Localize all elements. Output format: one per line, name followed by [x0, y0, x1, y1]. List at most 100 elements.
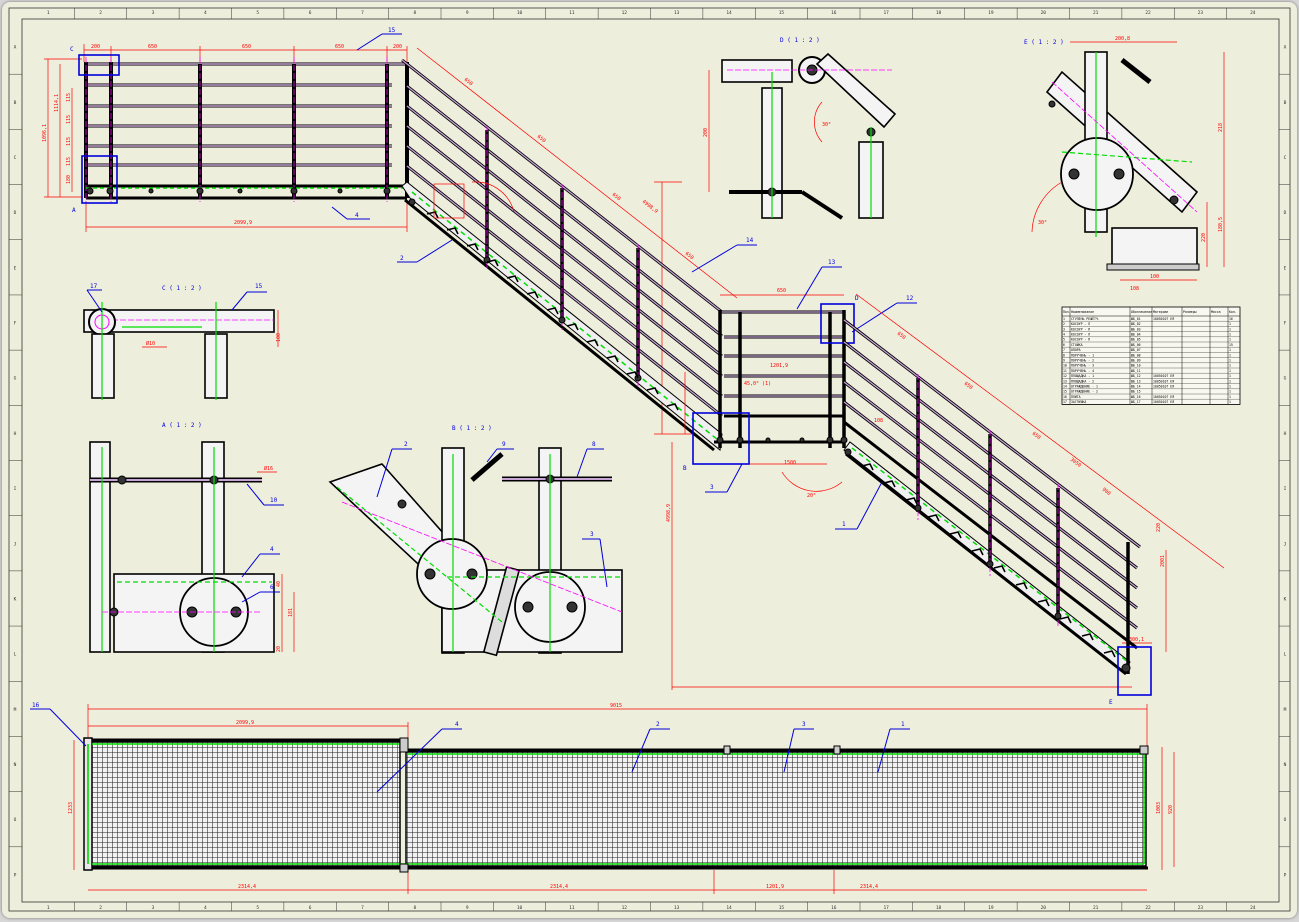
dim-text: 200,8 — [1115, 36, 1130, 42]
border-row-label: E — [1284, 265, 1287, 271]
bom-cell: 10 — [1063, 364, 1067, 368]
border-row-label: J — [14, 541, 17, 547]
bom-cell: 10050107 ЕЯ — [1153, 395, 1174, 399]
bom-cell: ШБ_01 — [1131, 317, 1141, 321]
bom-cell: 1 — [1229, 322, 1231, 326]
bom-cell: 1 — [1229, 338, 1231, 342]
balloon-3: 3 — [590, 531, 594, 538]
bom-cell: ПОРУЧЕНЬ - 2 — [1071, 359, 1094, 363]
balloon-8: 8 — [592, 441, 596, 448]
bom-header-cell: Размеры — [1183, 310, 1197, 314]
dim-text: 180,5 — [1218, 217, 1224, 232]
bom-header-cell: Обозначение — [1131, 309, 1152, 314]
border-column-label: 4 — [204, 10, 207, 16]
dim-text: 218 — [1218, 123, 1224, 132]
dim-text: 650 — [335, 44, 344, 50]
border-column-label: 11 — [569, 905, 575, 911]
border-column-label: 2 — [99, 905, 102, 911]
bom-cell: 14 — [1063, 385, 1067, 389]
border-column-label: 18 — [936, 905, 942, 911]
border-column-label: 21 — [1093, 905, 1099, 911]
balloon-6: 6 — [270, 584, 274, 591]
balloon-12: 12 — [906, 295, 914, 302]
balloon-10: 10 — [270, 497, 278, 504]
dim-text: 1201,9 — [766, 884, 784, 890]
dim-text: 220 — [1156, 523, 1162, 532]
border-row-label: L — [1284, 652, 1287, 658]
border-row-label: D — [1284, 210, 1287, 216]
border-column-label: 15 — [779, 10, 785, 16]
bom-header-cell: Поз. — [1063, 310, 1071, 314]
border-column-label: 6 — [309, 10, 312, 16]
detail-marker-a: A — [72, 207, 76, 214]
border-row-label: B — [1284, 100, 1287, 106]
detail-b-view: B ( 1 : 2 ) 2 9 8 3 — [328, 425, 623, 657]
border-row-label: F — [14, 321, 17, 327]
border-row-label: I — [14, 486, 17, 492]
bom-cell: ШБ_08 — [1131, 353, 1141, 357]
border-row-label: M — [1284, 707, 1287, 713]
mid-landing-view: 650 1201,9 1500 45,0° (1) 20° B D 13 12 — [683, 259, 917, 499]
dim-text: 2314,4 — [550, 884, 568, 890]
upper-stair-flight: 650 650 650 650 4998,9 2 14 — [397, 47, 757, 452]
border-column-label: 12 — [622, 905, 628, 911]
bom-cell: КОСОУР - П — [1071, 338, 1090, 342]
border-row-label: P — [1284, 872, 1287, 878]
dim-text: 2099,9 — [234, 220, 252, 226]
border-row-label: I — [1284, 486, 1287, 492]
dim-text: 200 — [393, 44, 402, 50]
view-title-b: B ( 1 : 2 ) — [452, 425, 492, 432]
dim-text: 1233 — [68, 802, 74, 814]
dim-text: 2314,4 — [238, 884, 256, 890]
detail-e-view: E ( 1 : 2 ) 200,8 218 220 180,5 100 108 … — [1024, 36, 1225, 292]
bom-cell: СТОЙКА — [1071, 342, 1083, 347]
dim-text: 650 — [684, 251, 695, 261]
balloon-14: 14 — [746, 237, 754, 244]
bom-header-cell: Наименование — [1071, 310, 1094, 314]
detail-marker-b: B — [683, 465, 687, 472]
border-column-label: 4 — [204, 905, 207, 911]
border-column-label: 17 — [883, 10, 889, 16]
bom-cell: ШБ_16 — [1131, 395, 1141, 399]
balloon-3: 3 — [802, 721, 806, 728]
border-row-label: A — [1284, 45, 1287, 51]
dim-text: 1114,1 — [54, 94, 60, 112]
bom-cell: КОСОУР - Л — [1071, 322, 1090, 326]
border-row-label: K — [1284, 596, 1287, 602]
dim-text: 40 — [276, 581, 282, 587]
plan-view: 9015 2099,9 2314,4 2314,4 1201,9 2314,4 … — [30, 702, 1175, 894]
border-column-label: 15 — [779, 905, 785, 911]
bom-cell: 1 — [1229, 348, 1231, 352]
bom-cell: ПЛИТА — [1071, 395, 1081, 399]
border-column-label: 1 — [47, 10, 50, 16]
border-column-label: 5 — [256, 10, 259, 16]
border-column-label: 16 — [831, 905, 837, 911]
bom-cell: 1 — [1229, 385, 1231, 389]
bom-cell: 15 — [1229, 343, 1233, 347]
bom-cell: 9 — [1063, 359, 1065, 363]
dim-text: Ø10 — [146, 340, 155, 347]
border-column-label: 14 — [726, 10, 732, 16]
bom-cell: 8 — [1063, 353, 1065, 357]
dim-text: 30° — [822, 122, 831, 128]
border-column-label: 6 — [309, 905, 312, 911]
upper-platform-view: 200 650 650 650 200 2099,9 1096,1 1114,1… — [42, 27, 409, 232]
dim-text: 1201,9 — [770, 363, 788, 369]
bom-cell: ШБ_02 — [1131, 322, 1141, 326]
bom-cell: ЗАГЛУШКА — [1071, 400, 1086, 404]
balloon-16: 16 — [32, 702, 40, 709]
bom-cell: ШБ_12 — [1131, 374, 1141, 378]
bill-of-materials: Поз. Наименование Обозначение Материал Разме… — [1061, 306, 1241, 405]
detail-a-view: A ( 1 : 2 ) Ø16 40 20 181 10 4 6 — [89, 422, 295, 653]
bom-cell: 16 — [1229, 317, 1233, 321]
bom-cell: 1 — [1229, 353, 1231, 357]
balloon-2: 2 — [656, 721, 660, 728]
border-column-label: 19 — [988, 905, 994, 911]
view-title-c: C ( 1 : 2 ) — [162, 285, 202, 292]
dim-text: 45,0° (1) — [744, 381, 771, 387]
bom-header-cell: Масса — [1211, 310, 1221, 314]
bom-cell: ШБ_09 — [1131, 359, 1141, 363]
bom-cell: 1 — [1229, 369, 1231, 373]
dim-text: 1096,1 — [42, 124, 48, 142]
bom-cell: 6 — [1063, 343, 1065, 347]
